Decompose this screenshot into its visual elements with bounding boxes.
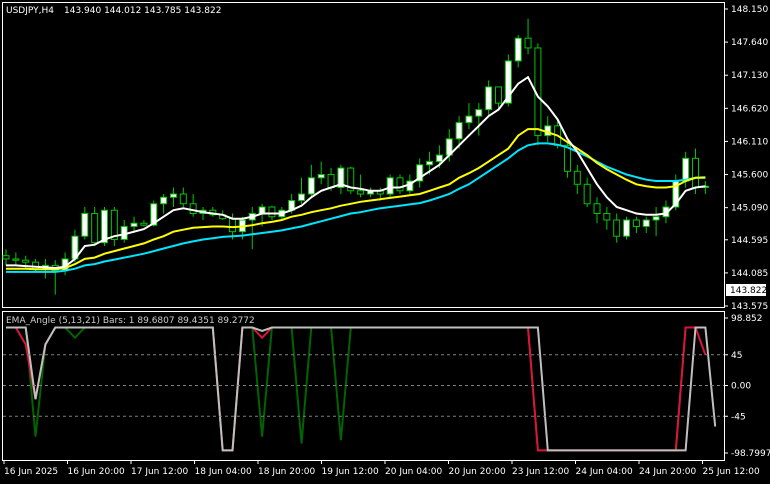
indicator-tick-label: -45	[731, 412, 746, 422]
bull-candle	[642, 219, 650, 227]
time-tick-label: 18 Jun 04:00	[195, 467, 252, 477]
bull-candle	[130, 222, 138, 227]
bear-candle	[583, 183, 591, 205]
price-tick-label: 145.600	[731, 171, 768, 181]
bear-candle	[593, 203, 601, 214]
bear-candle	[603, 212, 611, 221]
time-tick-label: 24 Jun 20:00	[639, 467, 696, 477]
bull-candle	[435, 154, 443, 163]
bull-candle	[307, 177, 315, 195]
bull-candle	[426, 161, 434, 166]
current-price-label: 143.822	[730, 286, 767, 296]
bull-candle	[652, 216, 660, 221]
indicator-tick-label: -98.7997	[731, 449, 770, 459]
time-tick-label: 16 Jun 20:00	[68, 467, 125, 477]
time-tick-label: 19 Jun 12:00	[322, 467, 379, 477]
price-tick-label: 146.620	[731, 104, 768, 114]
bull-candle	[485, 86, 493, 111]
bull-candle	[160, 196, 168, 205]
bull-candle	[386, 177, 394, 195]
bull-candle	[682, 157, 690, 182]
bear-candle	[613, 219, 621, 237]
price-tick-label: 146.110	[731, 137, 768, 147]
bear-candle	[189, 203, 197, 214]
bear-candle	[692, 157, 699, 189]
bull-candle	[169, 193, 177, 198]
time-tick-label: 18 Jun 20:00	[258, 467, 315, 477]
bear-candle	[495, 86, 502, 104]
bull-candle	[623, 219, 631, 237]
bear-candle	[396, 177, 404, 192]
price-tick-label: 144.085	[731, 269, 768, 279]
time-tick-label: 23 Jun 12:00	[512, 467, 569, 477]
chart-background	[0, 0, 770, 484]
price-tick-label: 148.150	[731, 5, 768, 15]
bear-candle	[357, 190, 365, 195]
time-tick-label: 20 Jun 20:00	[449, 467, 506, 477]
price-tick-label: 143.575	[731, 302, 768, 312]
price-tick-label: 144.595	[731, 236, 768, 246]
price-tick-label: 145.090	[731, 204, 768, 214]
bear-candle	[22, 259, 30, 263]
chart-window[interactable]: USDJPY,H4 143.940 144.012 143.785 143.82…	[0, 0, 770, 484]
bull-candle	[455, 122, 463, 140]
indicator-tick-label: 45	[731, 351, 742, 361]
bull-candle	[475, 109, 483, 117]
bull-candle	[81, 212, 89, 237]
bear-candle	[91, 212, 99, 244]
bear-candle	[573, 170, 581, 185]
bear-candle	[524, 37, 532, 49]
bear-candle	[229, 218, 237, 233]
indicator-tick-label: 98.852	[731, 314, 763, 324]
bull-candle	[514, 37, 522, 62]
time-tick-label: 16 Jun 2025	[4, 467, 58, 477]
time-tick-label: 17 Jun 12:00	[131, 467, 188, 477]
time-tick-label: 25 Jun 12:00	[703, 467, 760, 477]
time-tick-label: 24 Jun 04:00	[576, 467, 633, 477]
bear-candle	[179, 193, 187, 205]
bear-candle	[140, 222, 148, 226]
bear-candle	[327, 174, 335, 189]
symbol-label: USDJPY,H4	[6, 6, 54, 16]
bear-candle	[2, 255, 10, 260]
price-tick-label: 147.640	[731, 38, 768, 48]
time-tick-label: 20 Jun 04:00	[385, 467, 442, 477]
bear-candle	[12, 258, 20, 261]
bull-candle	[465, 115, 473, 124]
ohlc-readout: 143.940 144.012 143.785 143.822	[64, 6, 221, 16]
bull-candle	[298, 193, 305, 202]
indicator-tick-label: 0.00	[731, 382, 751, 392]
indicator-title: EMA_Angle (5,13,21) Bars: 1 89.6807 89.4…	[6, 316, 255, 326]
price-tick-label: 147.130	[731, 71, 768, 81]
bear-candle	[268, 206, 276, 218]
bear-candle	[632, 219, 640, 227]
bull-candle	[317, 174, 325, 179]
